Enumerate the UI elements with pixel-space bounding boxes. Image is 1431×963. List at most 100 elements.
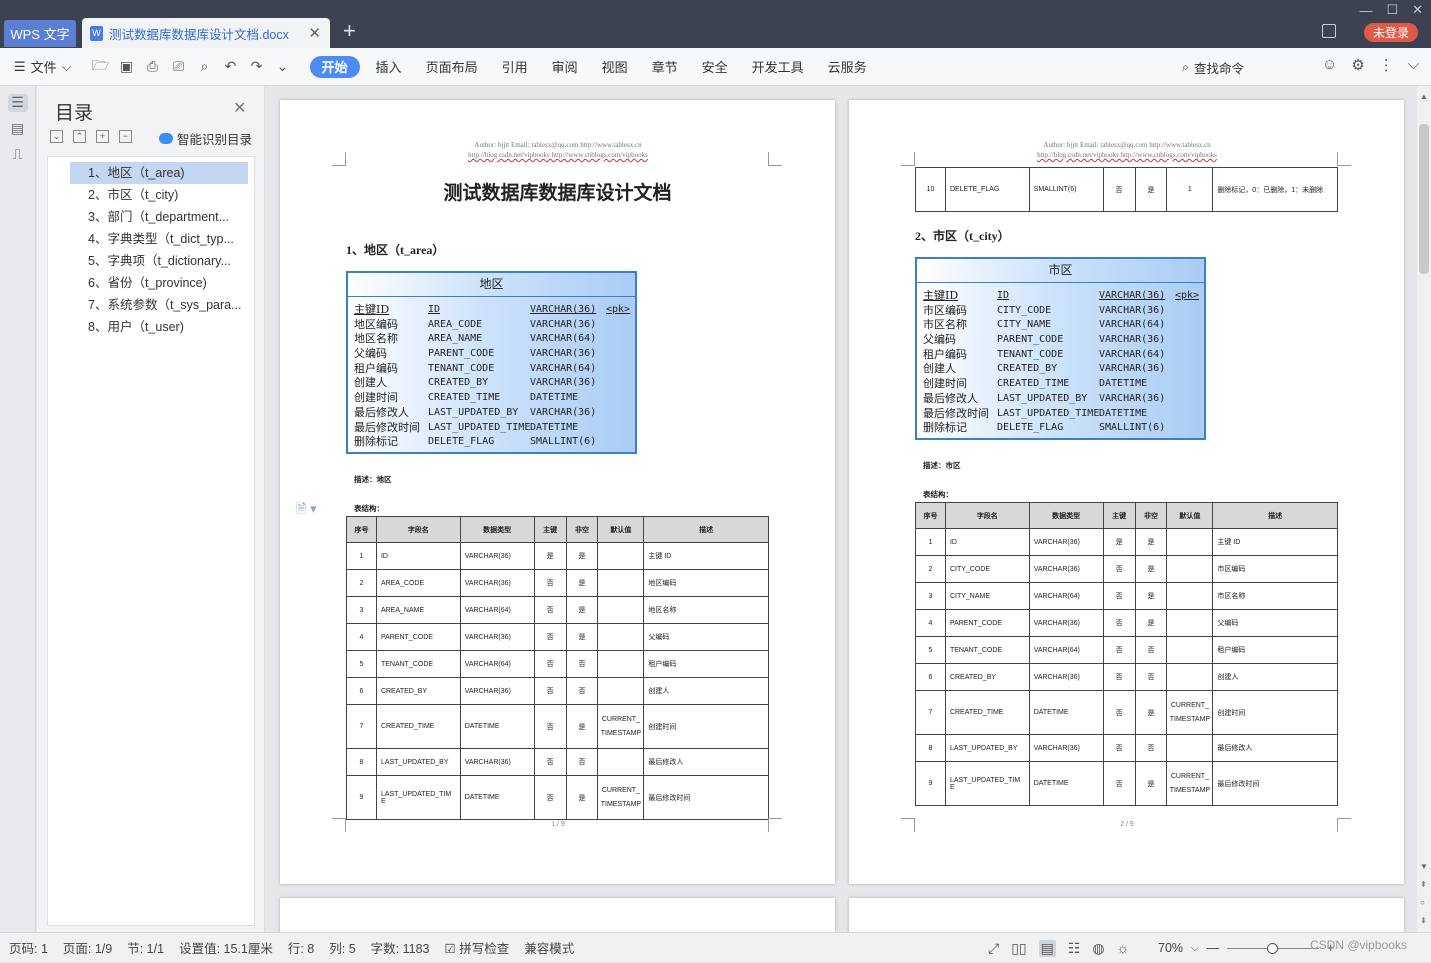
new-tab-button[interactable]: + [343,18,356,44]
next-page-icon[interactable]: ⇟ [1420,916,1427,925]
vertical-scrollbar[interactable]: ▲ ▼ ⇞ ○ ⇟ [1417,86,1431,932]
smart-toc-button[interactable]: 智能识别目录 [159,129,252,148]
print-icon[interactable]: ⎚ [170,58,188,75]
feedback-icon[interactable]: ☺ [1322,56,1337,74]
redo-icon[interactable]: ↷ [248,58,266,75]
tab-insert[interactable]: 插入 [364,56,414,78]
file-menu[interactable]: ☰ 文件 ⌵ [14,57,72,76]
table-row: 5 TENANT_CODE VARCHAR(64) 否否租户编码 [346,650,769,678]
bookmark-icon[interactable]: ⎍ [8,146,28,164]
scroll-up-icon[interactable]: ▲ [1420,92,1428,101]
login-button[interactable]: 未登录 [1364,23,1418,42]
close-tab-icon[interactable]: ✕ [308,24,321,42]
status-col[interactable]: 列: 5 [329,938,355,957]
table-cell: 是 [1134,582,1168,610]
table-cell: 是 [1134,555,1168,583]
tab-security[interactable]: 安全 [690,56,740,78]
expand-all-icon[interactable]: ⌃ [73,130,86,143]
web-view-icon[interactable]: ◍ [1092,940,1104,957]
entity-col-comment: 删除标记 [923,421,967,435]
close-icon[interactable]: ✕ [233,98,246,118]
tab-review[interactable]: 审阅 [540,56,590,78]
compat-mode[interactable]: 兼容模式 [524,938,574,957]
status-setting[interactable]: 设置值: 15.1厘米 [179,938,273,957]
tab-references[interactable]: 引用 [490,56,540,78]
status-page-code[interactable]: 页码: 1 [9,938,48,957]
zoom-level[interactable]: 70% [1158,941,1183,955]
add-heading-icon[interactable]: + [96,130,109,143]
entity-col-name: CITY_NAME [997,319,1052,331]
scroll-thumb[interactable] [1419,124,1429,274]
table-row: 6 CREATED_BY VARCHAR(36) 否否创建人 [346,677,769,705]
tab-start[interactable]: 开始 [309,55,360,78]
prev-page-icon[interactable]: ⇞ [1420,880,1427,889]
toc-item[interactable]: 2、市区（t_city) [70,184,248,206]
spell-check-button[interactable]: ☑ 拼写检查 [444,938,509,957]
zoom-slider[interactable] [1227,942,1320,954]
search-command[interactable]: ⌕ 查找命令 [1182,58,1244,77]
undo-icon[interactable]: ↶ [222,58,240,75]
toc-panel-icon[interactable]: ☰ [7,94,28,112]
maximize-icon[interactable]: ☐ [1386,2,1398,18]
status-section[interactable]: 节: 1/1 [127,938,164,957]
side-icon-strip: ☰ ▤ ⎍ [0,86,36,932]
select-browse-icon[interactable]: ○ [1420,898,1425,907]
tab-dev-tools[interactable]: 开发工具 [740,56,816,78]
entity-col-comment: 创建时间 [923,377,967,391]
table-row: 1 ID VARCHAR(36) 是是主键 ID [346,542,769,570]
preview-icon[interactable]: ⌕ [196,58,214,75]
gear-icon[interactable]: ⚙ [1351,56,1364,74]
chevron-down-icon[interactable]: ⌵ [1191,943,1199,954]
table-cell: 最后修改人 [643,748,769,776]
collapse-ribbon-icon[interactable]: ⌵ [1408,56,1419,74]
open-icon[interactable]: 🗁 [92,55,110,79]
scroll-down-icon[interactable]: ▼ [1420,862,1428,871]
table-cell: 6 [915,663,946,691]
eye-protect-icon[interactable]: ☼ [1117,940,1130,956]
remove-heading-icon[interactable]: − [119,130,132,143]
status-words[interactable]: 字数: 1183 [371,938,430,957]
page-number: 2 / 9 [1120,821,1134,828]
table-cell [1166,636,1214,664]
entity-col-type: DATETIME [530,392,579,404]
entity-col-name: ID [428,304,441,315]
table-cell: 3 [346,596,377,624]
read-mode-icon[interactable]: ▯▯ [1011,940,1026,957]
toc-item[interactable]: 3、部门（t_department... [70,206,248,228]
search-icon: ⌕ [1182,60,1190,74]
toc-item[interactable]: 7、系统参数（t_sys_para... [70,294,248,316]
pages-panel-icon[interactable]: ▤ [8,120,28,138]
outline-view-icon[interactable]: ☷ [1068,940,1081,957]
tab-view[interactable]: 视图 [590,56,640,78]
toc-item[interactable]: 4、字典类型（t_dict_typ... [70,228,248,250]
toc-item[interactable]: 5、字典项（t_dictionary... [70,250,248,272]
document-tab[interactable]: W 测试数据库数据库设计文档.docx ✕ [82,18,330,48]
table-header-cell: 描述 [1212,502,1338,529]
fullscreen-icon[interactable]: ⤢ [988,940,999,957]
zoom-out-icon[interactable]: — [1207,941,1220,955]
toc-item[interactable]: 6、省份（t_province) [70,272,248,294]
status-pages[interactable]: 页面: 1/9 [63,938,112,957]
close-window-icon[interactable]: ✕ [1412,2,1423,18]
save-icon[interactable]: ▣ [118,58,136,75]
layout-icon[interactable] [1322,24,1336,38]
more-vertical-icon[interactable]: ⋮ [1379,56,1394,74]
tab-cloud[interactable]: 云服务 [816,56,879,78]
doc-icon[interactable]: 🗎 ▾ [296,500,317,522]
toc-item[interactable]: 8、用户（t_user) [70,316,248,338]
status-row[interactable]: 行: 8 [288,938,314,957]
more-icon[interactable]: ⌄ [274,58,292,75]
wps-app-tab[interactable]: WPS 文字 [4,20,76,47]
page-view-icon[interactable]: ▤ [1038,939,1056,957]
table-header-cell: 字段名 [375,516,461,543]
toc-item[interactable]: 1、地区（t_area) [70,162,248,184]
collapse-all-icon[interactable]: ⌄ [50,130,63,143]
document-canvas[interactable]: Author: bjjtt Email: tablesx@qq.com http… [266,86,1417,932]
zoom-slider-knob[interactable] [1267,942,1279,954]
tab-page-layout[interactable]: 页面布局 [414,56,490,78]
cloud-icon [159,133,173,144]
table-cell: ID [375,542,461,570]
pdf-icon[interactable]: ⎙ [144,58,162,75]
tab-chapter[interactable]: 章节 [640,56,690,78]
minimize-icon[interactable]: — [1359,3,1372,18]
